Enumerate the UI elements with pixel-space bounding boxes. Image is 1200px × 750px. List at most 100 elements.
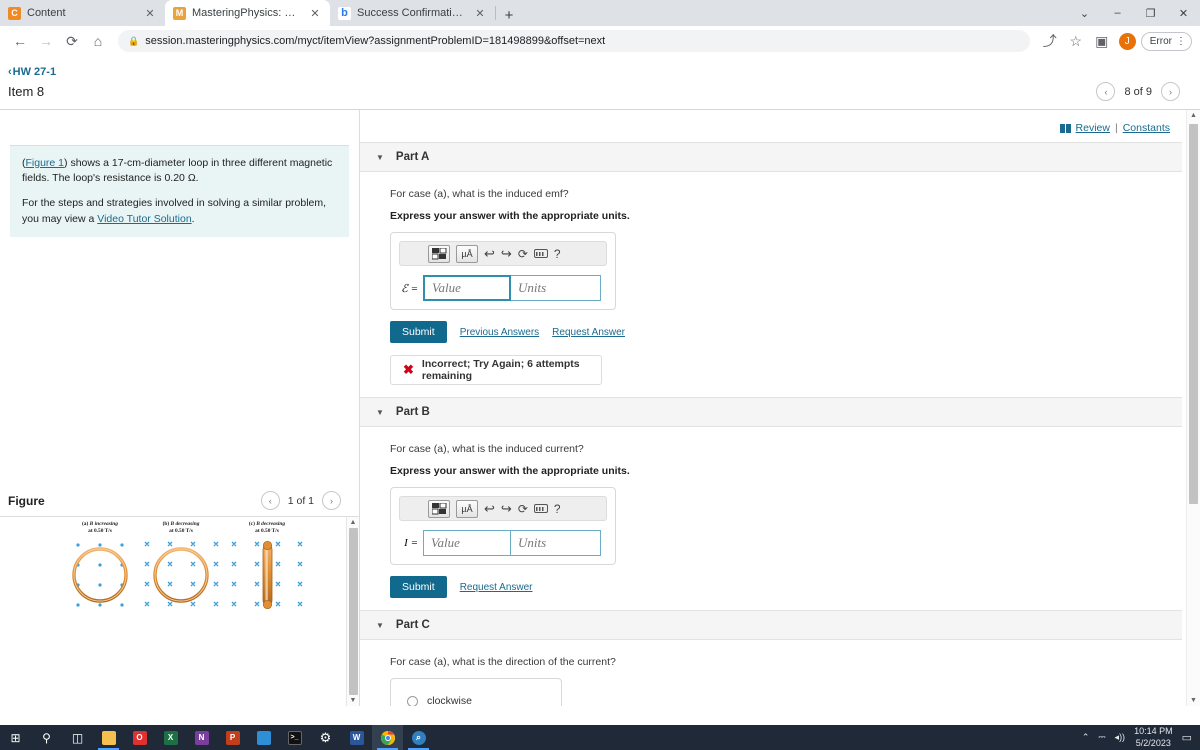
part-b-request-answer-link[interactable]: Request Answer — [460, 582, 533, 593]
part-a-units-input[interactable]: Units — [511, 275, 601, 301]
review-link[interactable]: Review — [1076, 122, 1110, 134]
prev-item-button[interactable]: ‹ — [1096, 82, 1116, 101]
magnifier-button[interactable]: ⌕ — [403, 725, 434, 750]
error-extension-pill[interactable]: Error ⋮ — [1140, 31, 1192, 51]
part-b-submit-button[interactable]: Submit — [390, 576, 447, 598]
part-c-choice-clockwise[interactable]: clockwise — [391, 690, 561, 706]
case-c-rate: at 0.50 T/s — [255, 528, 279, 535]
forward-icon[interactable]: → — [34, 29, 58, 53]
window-minimize-icon[interactable]: – — [1101, 0, 1134, 26]
part-a-request-answer-link[interactable]: Request Answer — [552, 327, 625, 338]
help-icon[interactable]: ? — [554, 247, 561, 261]
volume-icon[interactable]: ◂)) — [1115, 732, 1126, 743]
browser-tab-masteringphysics[interactable]: M MasteringPhysics: HW 27-1 ✕ — [165, 0, 330, 26]
part-b-answer-box: µÅ ↩ ↪ ⟳ ? I = Value Units — [390, 487, 616, 565]
notifications-icon[interactable]: ▭ — [1182, 731, 1192, 744]
keyboard-icon[interactable] — [533, 504, 548, 513]
window-maximize-icon[interactable]: ❐ — [1134, 0, 1167, 26]
photos-button[interactable] — [248, 725, 279, 750]
browser-tab-success-confirmation[interactable]: b Success Confirmation of Questio ✕ — [330, 0, 495, 26]
scroll-down-arrow-icon[interactable]: ▼ — [350, 697, 357, 704]
clock-time: 10:14 PM — [1134, 726, 1173, 737]
side-panel-icon[interactable]: ▣ — [1090, 29, 1114, 53]
part-b-answer-row: I = Value Units — [399, 530, 607, 556]
video-tutor-solution-link[interactable]: Video Tutor Solution — [97, 213, 191, 225]
bookmark-star-icon[interactable]: ☆ — [1064, 29, 1088, 53]
settings-button[interactable]: ⚙ — [310, 725, 341, 750]
opera-button[interactable]: O — [124, 725, 155, 750]
collapse-caret-icon[interactable]: ▼ — [376, 153, 384, 162]
window-close-icon[interactable]: ✕ — [1167, 0, 1200, 26]
figure-next-button[interactable]: › — [322, 491, 341, 510]
start-button[interactable]: ⊞ — [0, 725, 31, 750]
scroll-up-arrow-icon[interactable]: ▲ — [1190, 112, 1197, 119]
network-icon[interactable]: ⎓ — [1098, 732, 1105, 743]
next-item-button[interactable]: › — [1161, 82, 1180, 101]
taskbar-clock[interactable]: 10:14 PM 5/2/2023 — [1134, 726, 1173, 749]
figure-scrollbar[interactable]: ▲ ▼ — [346, 517, 359, 706]
tab-close-icon[interactable]: ✕ — [143, 6, 157, 20]
undo-icon[interactable]: ↩ — [484, 246, 495, 262]
figure-scrollbar-thumb[interactable] — [348, 528, 358, 695]
collapse-caret-icon[interactable]: ▼ — [376, 408, 384, 417]
part-b-value-input[interactable]: Value — [423, 530, 511, 556]
share-icon[interactable]: ⤴ — [1038, 29, 1062, 53]
home-icon[interactable]: ⌂ — [86, 29, 110, 53]
scroll-up-arrow-icon[interactable]: ▲ — [350, 519, 357, 526]
reset-icon[interactable]: ⟳ — [518, 502, 528, 516]
part-a-previous-answers-link[interactable]: Previous Answers — [460, 327, 539, 338]
template-icon[interactable] — [428, 499, 450, 518]
part-a-body: For case (a), what is the induced emf? E… — [360, 172, 1200, 397]
browser-tab-content[interactable]: C Content ✕ — [0, 0, 165, 26]
figure-case-c-caption: (c) B decreasing at 0.50 T/s — [231, 521, 303, 536]
avatar[interactable]: J — [1118, 32, 1136, 50]
radio-icon[interactable] — [407, 695, 418, 706]
part-c-header[interactable]: ▼ Part C — [360, 610, 1182, 640]
reset-icon[interactable]: ⟳ — [518, 247, 528, 261]
word-button[interactable]: W — [341, 725, 372, 750]
part-a-header[interactable]: ▼ Part A — [360, 142, 1182, 172]
address-bar[interactable]: 🔒 session.masteringphysics.com/myct/item… — [118, 30, 1030, 52]
file-explorer-button[interactable] — [93, 725, 124, 750]
assignment-back-link[interactable]: ‹ HW 27-1 — [0, 56, 1200, 82]
reload-icon[interactable]: ⟳ — [60, 29, 84, 53]
redo-icon[interactable]: ↪ — [501, 501, 512, 517]
case-c-field: B decreasing — [256, 521, 286, 527]
redo-icon[interactable]: ↪ — [501, 246, 512, 262]
taskbar-search-button[interactable]: ⚲ — [31, 725, 62, 750]
tray-expand-icon[interactable]: ⌃ — [1082, 732, 1090, 743]
units-icon[interactable]: µÅ — [456, 244, 478, 263]
kebab-menu-icon[interactable]: ⋮ — [1176, 36, 1186, 47]
task-view-button[interactable]: ◫ — [62, 725, 93, 750]
terminal-button[interactable]: >_ — [279, 725, 310, 750]
page-scrollbar[interactable]: ▲ ▼ — [1186, 110, 1200, 706]
part-b-answer-toolbar: µÅ ↩ ↪ ⟳ ? — [399, 496, 607, 521]
keyboard-icon[interactable] — [533, 249, 548, 258]
constants-link[interactable]: Constants — [1123, 122, 1170, 134]
undo-icon[interactable]: ↩ — [484, 501, 495, 517]
opera-icon: O — [132, 730, 147, 745]
part-a-value-input[interactable]: Value — [423, 275, 511, 301]
figure-1-link[interactable]: Figure 1 — [26, 157, 65, 169]
tab-close-icon[interactable]: ✕ — [473, 6, 487, 20]
part-a-submit-button[interactable]: Submit — [390, 321, 447, 343]
scroll-down-arrow-icon[interactable]: ▼ — [1190, 697, 1197, 704]
excel-button[interactable]: X — [155, 725, 186, 750]
part-a-feedback: ✖ Incorrect; Try Again; 6 attempts remai… — [390, 355, 602, 385]
powerpoint-button[interactable]: P — [217, 725, 248, 750]
onenote-button[interactable]: N — [186, 725, 217, 750]
collapse-caret-icon[interactable]: ▼ — [376, 621, 384, 630]
back-icon[interactable]: ← — [8, 29, 32, 53]
new-tab-button[interactable]: + — [496, 4, 522, 26]
help-icon[interactable]: ? — [554, 502, 561, 516]
units-icon[interactable]: µÅ — [456, 499, 478, 518]
page-scrollbar-thumb[interactable] — [1189, 124, 1198, 504]
part-b-header[interactable]: ▼ Part B — [360, 397, 1182, 427]
window-expand-icon[interactable]: ⌄ — [1068, 0, 1101, 26]
tab-close-icon[interactable]: ✕ — [308, 6, 322, 20]
chrome-button[interactable] — [372, 725, 403, 750]
template-icon[interactable] — [428, 244, 450, 263]
figure-case-a-caption: (a) B increasing at 0.50 T/s — [64, 521, 136, 536]
figure-prev-button[interactable]: ‹ — [260, 491, 280, 510]
part-b-units-input[interactable]: Units — [511, 530, 601, 556]
